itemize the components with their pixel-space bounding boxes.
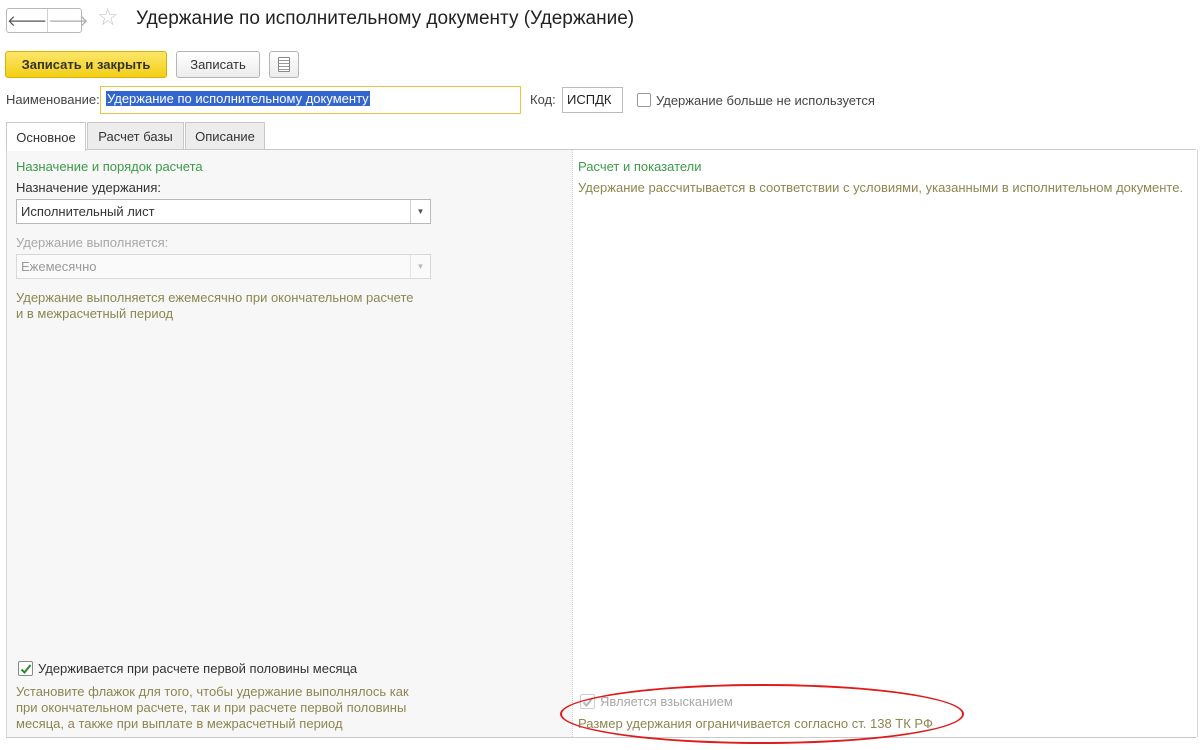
report-button[interactable] — [269, 51, 299, 78]
unused-checkbox-label: Удержание больше не используется — [656, 93, 875, 108]
purpose-select[interactable]: Исполнительный лист ▼ — [16, 199, 431, 224]
code-input[interactable]: ИСПДК — [562, 87, 623, 113]
chevron-down-icon: ▼ — [410, 255, 430, 278]
highlight-ellipse — [560, 684, 964, 744]
unused-checkbox[interactable] — [637, 93, 651, 107]
save-button[interactable]: Записать — [176, 51, 260, 78]
tab-base-calculation[interactable]: Расчет базы — [87, 122, 184, 150]
code-label: Код: — [530, 92, 556, 107]
tab-main[interactable]: Основное — [6, 122, 86, 151]
tab-description[interactable]: Описание — [185, 122, 265, 150]
left-section-title: Назначение и порядок расчета — [16, 159, 203, 174]
nav-buttons: 🡐 🡒 — [6, 8, 88, 33]
exec-note-line2: и в межрасчетный период — [16, 306, 174, 321]
first-half-note-line3: месяца, а также при выплате в межрасчетн… — [16, 716, 343, 731]
right-section-title: Расчет и показатели — [578, 159, 702, 174]
checkmark-icon — [20, 663, 31, 674]
exec-note-line1: Удержание выполняется ежемесячно при око… — [16, 290, 414, 305]
first-half-note-line1: Установите флажок для того, чтобы удержа… — [16, 684, 409, 699]
favorite-star-icon[interactable]: ☆ — [97, 6, 119, 30]
right-note: Удержание рассчитывается в соответствии … — [578, 180, 1184, 195]
name-label: Наименование: — [6, 92, 100, 107]
name-input[interactable]: Удержание по исполнительному документу — [100, 86, 521, 114]
right-panel — [572, 150, 1198, 737]
exec-select: Ежемесячно ▼ — [16, 254, 431, 279]
purpose-label: Назначение удержания: — [16, 180, 161, 195]
save-and-close-button[interactable]: Записать и закрыть — [5, 51, 167, 78]
forward-icon[interactable]: 🡒 — [47, 9, 88, 32]
back-icon[interactable]: 🡐 — [7, 9, 47, 32]
first-half-note-line2: при окончательном расчете, так и при рас… — [16, 700, 407, 715]
name-input-value: Удержание по исполнительному документу — [106, 91, 370, 106]
exec-label: Удержание выполняется: — [16, 235, 169, 250]
document-list-icon — [278, 57, 290, 72]
bottom-border — [6, 737, 1196, 738]
first-half-checkbox[interactable] — [18, 661, 33, 676]
first-half-label: Удерживается при расчете первой половины… — [38, 661, 358, 676]
window-title: Удержание по исполнительному документу (… — [136, 8, 635, 29]
chevron-down-icon[interactable]: ▼ — [410, 200, 430, 223]
purpose-select-value: Исполнительный лист — [21, 204, 155, 219]
exec-select-value: Ежемесячно — [21, 259, 97, 274]
